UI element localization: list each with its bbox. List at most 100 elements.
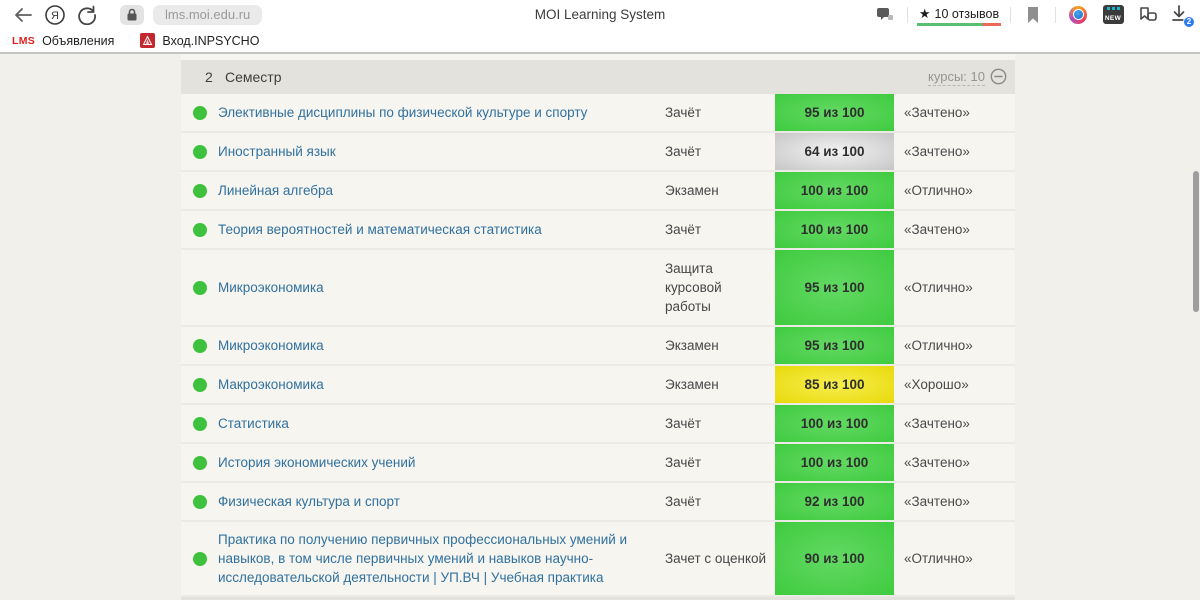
toolbar-divider — [1010, 6, 1011, 23]
course-link[interactable]: Элективные дисциплины по физической куль… — [218, 95, 665, 130]
grade-text: «Отлично» — [904, 183, 973, 198]
collections-button[interactable] — [1135, 3, 1161, 27]
extension-lens-button[interactable] — [1065, 3, 1091, 27]
exam-type: Зачёт — [665, 416, 702, 431]
course-row: Элективные дисциплины по физической куль… — [181, 94, 1015, 133]
grade-text: «Зачтено» — [904, 105, 970, 120]
lms-logo: LMS — [12, 34, 36, 47]
exam-type: Зачет с оценкой — [665, 551, 767, 566]
grade-text: «Зачтено» — [904, 144, 970, 159]
status-dot — [192, 455, 207, 470]
course-link[interactable]: Теория вероятностей и математическая ста… — [218, 212, 665, 247]
scrollbar-track[interactable] — [1192, 54, 1200, 600]
exam-type: Зачёт — [665, 222, 702, 237]
course-link[interactable]: Практика по получению первичных професси… — [218, 522, 665, 595]
browser-toolbar: Я lms.moi.edu.ru MOI Learning System ★ 1… — [0, 0, 1200, 29]
status-cell — [181, 183, 218, 198]
exam-type: Экзамен — [665, 338, 719, 353]
course-link[interactable]: Макроэкономика — [218, 367, 665, 402]
refresh-icon — [78, 5, 96, 25]
course-row: Макроэкономика Экзамен 85 из 100 «Хорошо… — [181, 366, 1015, 405]
toolbar-divider — [907, 6, 908, 23]
course-link[interactable]: Микроэкономика — [218, 328, 665, 363]
semester-2-header: 2 Семестр курсы: 10 — [181, 60, 1015, 94]
status-dot — [192, 183, 207, 198]
reviews-rating-button[interactable]: ★ 10 отзывов — [917, 4, 1001, 26]
gradebook-table: 2 Семестр курсы: 10 Элективные дисциплин… — [181, 54, 1015, 600]
score-badge: 92 из 100 — [775, 483, 894, 520]
course-row: Линейная алгебра Экзамен 100 из 100 «Отл… — [181, 172, 1015, 211]
downloads-button[interactable]: 2 — [1170, 3, 1195, 28]
inpsycho-favicon-icon — [140, 33, 156, 48]
grade-text: «Зачтено» — [904, 416, 970, 431]
course-link[interactable]: Линейная алгебра — [218, 173, 665, 208]
toolbar-divider — [1055, 6, 1056, 23]
extension-new-button[interactable]: NEW — [1100, 3, 1126, 27]
extension-new-icon: NEW — [1102, 5, 1124, 24]
bookmark-page-button[interactable] — [1020, 3, 1046, 27]
reviews-count-label: 10 отзывов — [934, 6, 1000, 21]
exam-type: Зачёт — [665, 494, 702, 509]
lock-icon — [127, 8, 137, 21]
course-link[interactable]: Статистика — [218, 406, 665, 441]
reviews-chat-button[interactable] — [872, 3, 898, 27]
bookmark-item-inpsycho[interactable]: Вход.INPSYCHO — [140, 33, 259, 48]
grade-text: «Зачтено» — [904, 455, 970, 470]
status-cell — [181, 455, 218, 470]
star-icon: ★ — [918, 6, 931, 21]
course-link[interactable]: Иностранный язык — [218, 134, 665, 169]
status-dot — [192, 494, 207, 509]
score-badge: 95 из 100 — [775, 250, 894, 325]
status-dot — [192, 377, 207, 392]
status-cell — [181, 494, 218, 509]
score-badge: 90 из 100 — [775, 522, 894, 595]
status-cell — [181, 105, 218, 120]
course-link[interactable]: История экономических учений — [218, 445, 665, 480]
lms-page: 2 Семестр курсы: 10 Элективные дисциплин… — [0, 54, 1200, 600]
course-link[interactable]: Физическая культура и спорт — [218, 484, 665, 519]
status-cell — [181, 338, 218, 353]
status-dot — [192, 338, 207, 353]
address-bar[interactable]: lms.moi.edu.ru — [153, 4, 263, 25]
refresh-button[interactable] — [74, 3, 100, 27]
bookmark-item-announcements[interactable]: LMS Объявления — [12, 34, 114, 48]
status-cell — [181, 222, 218, 237]
scrollbar-thumb[interactable] — [1193, 171, 1199, 312]
course-rows: Элективные дисциплины по физической куль… — [181, 94, 1015, 597]
extension-lens-icon — [1069, 5, 1087, 24]
bookmark-label: Вход.INPSYCHO — [162, 33, 260, 48]
course-row: Иностранный язык Зачёт 64 из 100 «Зачтен… — [181, 133, 1015, 172]
site-safety-button[interactable] — [120, 4, 144, 25]
status-dot — [192, 551, 207, 566]
score-badge: 100 из 100 — [775, 405, 894, 442]
exam-type: Защита курсовой работы — [665, 261, 722, 314]
course-row: История экономических учений Зачёт 100 и… — [181, 444, 1015, 483]
status-dot — [192, 280, 207, 295]
bookmarks-bar: LMS Объявления Вход.INPSYCHO — [0, 29, 1200, 52]
status-cell — [181, 416, 218, 431]
back-button[interactable] — [10, 3, 36, 27]
grade-text: «Хорошо» — [904, 377, 969, 392]
course-row: Физическая культура и спорт Зачёт 92 из … — [181, 483, 1015, 522]
section-number: 2 — [205, 69, 213, 85]
exam-type: Зачёт — [665, 105, 702, 120]
status-dot — [192, 222, 207, 237]
status-cell — [181, 377, 218, 392]
grade-text: «Отлично» — [904, 280, 973, 295]
back-icon — [15, 7, 32, 22]
grade-text: «Зачтено» — [904, 222, 970, 237]
minus-circle-icon[interactable] — [990, 68, 1007, 85]
yandex-search-button[interactable]: Я — [42, 3, 68, 27]
status-cell — [181, 144, 218, 159]
exam-type: Зачёт — [665, 144, 702, 159]
rating-bar — [917, 22, 1001, 26]
downloads-badge: 2 — [1183, 15, 1195, 28]
score-badge: 100 из 100 — [775, 211, 894, 248]
course-row: Теория вероятностей и математическая ста… — [181, 211, 1015, 250]
semester-2-courses-toggle[interactable]: курсы: 10 — [928, 68, 1007, 87]
exam-type: Экзамен — [665, 377, 719, 392]
course-link[interactable]: Микроэкономика — [218, 270, 665, 305]
grade-text: «Зачтено» — [904, 494, 970, 509]
score-badge: 95 из 100 — [775, 94, 894, 131]
status-cell — [181, 551, 218, 566]
